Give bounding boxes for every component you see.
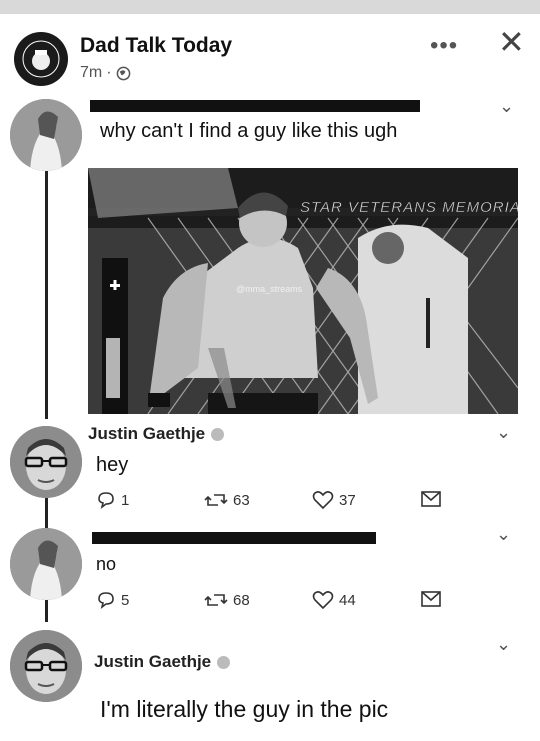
avatar[interactable] <box>10 630 82 702</box>
retweet-button[interactable]: 68 <box>204 590 250 610</box>
reply-icon <box>98 592 114 609</box>
author-name-text[interactable]: Justin Gaethje <box>94 652 211 671</box>
tweet-text: I'm literally the guy in the pic <box>100 696 389 722</box>
like-button[interactable]: 44 <box>312 590 356 610</box>
mail-icon <box>421 591 441 607</box>
avatar[interactable] <box>10 528 82 600</box>
author-name[interactable]: Justin Gaethje <box>94 652 231 672</box>
chevron-down-icon[interactable]: ⌄ <box>496 422 511 443</box>
like-button[interactable]: 37 <box>312 490 356 510</box>
dm-button[interactable] <box>420 590 442 608</box>
like-count: 44 <box>339 591 356 609</box>
tweet-text: why can't I find a guy like this ugh <box>100 120 398 142</box>
page-logo[interactable] <box>14 32 68 86</box>
avatar[interactable] <box>10 426 82 498</box>
chevron-down-icon[interactable]: ⌄ <box>499 96 514 117</box>
mail-icon <box>421 491 441 507</box>
chevron-down-icon[interactable]: ⌄ <box>496 634 511 655</box>
status-bar <box>0 0 540 14</box>
reply-count: 5 <box>121 591 130 609</box>
image-watermark: @mma_streams <box>236 284 303 294</box>
more-icon[interactable]: ••• <box>430 32 458 60</box>
globe-icon <box>116 66 130 80</box>
reply-count: 1 <box>121 491 130 509</box>
redaction-bar <box>92 532 376 544</box>
arena-banner: STAR VETERANS MEMORIAL <box>300 199 518 216</box>
page-name[interactable]: Dad Talk Today <box>80 34 232 58</box>
reply-button[interactable]: 1 <box>96 490 129 510</box>
reply-icon <box>98 492 114 509</box>
tweet-text: no <box>96 554 117 574</box>
thread-line <box>45 171 48 419</box>
tweet-thread-screenshot: ⌄ why can't I find a guy like this ugh S… <box>0 96 540 741</box>
meta-separator: · <box>106 64 112 81</box>
verified-icon <box>217 656 231 670</box>
heart-icon <box>312 591 334 610</box>
author-name[interactable]: Justin Gaethje <box>88 424 225 444</box>
retweet-icon <box>204 594 228 606</box>
thread-line <box>45 498 48 530</box>
redaction-bar <box>90 100 420 112</box>
author-name-text[interactable]: Justin Gaethje <box>88 424 205 443</box>
retweet-icon <box>204 494 228 506</box>
post-header: Dad Talk Today 7m · ••• ✕ <box>0 14 540 96</box>
retweet-count: 68 <box>233 591 250 609</box>
reply-button[interactable]: 5 <box>96 590 129 610</box>
avatar[interactable] <box>10 99 82 171</box>
like-count: 37 <box>339 491 356 509</box>
post-meta: 7m · <box>80 64 131 82</box>
tweet-photo[interactable]: STAR VETERANS MEMORIAL @mma_streams <box>88 168 518 414</box>
verified-icon <box>211 428 225 442</box>
retweet-button[interactable]: 63 <box>204 490 250 510</box>
retweet-count: 63 <box>233 491 250 509</box>
heart-icon <box>312 491 334 510</box>
close-icon[interactable]: ✕ <box>498 26 525 58</box>
tweet-text: hey <box>96 454 129 476</box>
chevron-down-icon[interactable]: ⌄ <box>496 524 511 545</box>
dm-button[interactable] <box>420 490 442 508</box>
post-timestamp[interactable]: 7m <box>80 64 102 82</box>
